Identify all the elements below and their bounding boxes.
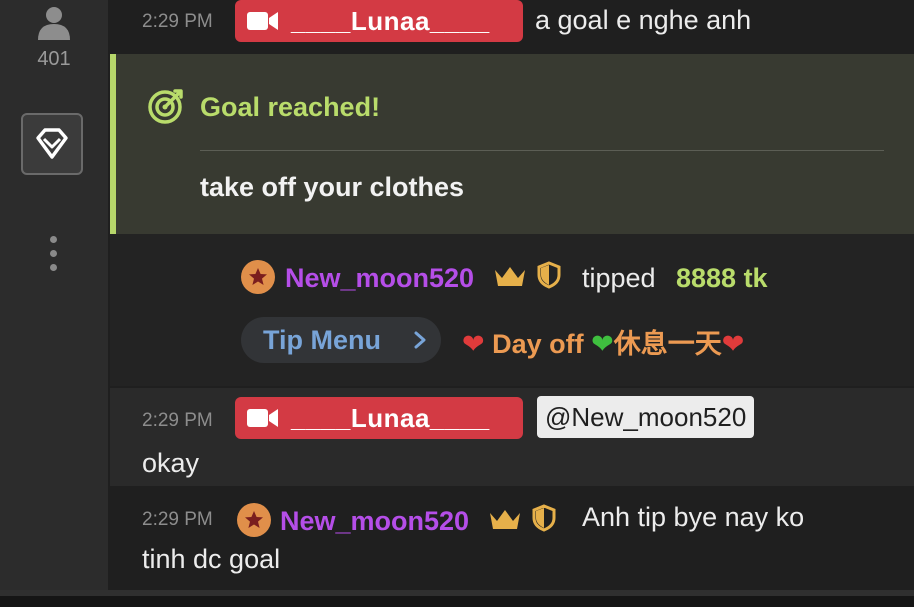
more-options-button[interactable] [44, 236, 64, 274]
tip-menu-button[interactable]: Tip Menu [241, 317, 441, 363]
token-button[interactable] [21, 113, 83, 175]
message-timestamp: 2:29 PM [142, 410, 213, 431]
vertical-dots-icon [50, 236, 57, 243]
shield-icon [537, 261, 561, 289]
model-username-badge[interactable]: ____Lunaa____ [235, 0, 523, 42]
username[interactable]: New_moon520 [280, 506, 469, 537]
username: ____Lunaa____ [291, 402, 490, 433]
tip-username[interactable]: New_moon520 [285, 263, 474, 294]
side-rail: 401 [0, 0, 108, 600]
crown-icon [495, 267, 525, 286]
goal-reached-card: Goal reached! take off your clothes [110, 54, 914, 234]
bottom-edge [0, 596, 914, 607]
goal-description: take off your clothes [200, 172, 465, 202]
model-username-badge[interactable]: ____Lunaa____ [235, 397, 523, 439]
divider [200, 150, 884, 151]
user-icon [38, 7, 70, 40]
video-camera-icon [247, 407, 279, 429]
dot [50, 264, 57, 271]
goal-title: Goal reached! [200, 92, 381, 122]
username: ____Lunaa____ [291, 5, 490, 36]
chat-message: 2:29 PM ____Lunaa____ @New_moon520 okay [110, 388, 914, 486]
red-heart-icon: ❤ [721, 329, 745, 359]
chevron-right-icon [414, 331, 426, 349]
rank-star-icon [241, 260, 275, 294]
chat-panel: 2:29 PM ____Lunaa____ a goal e nghe anh … [110, 0, 914, 600]
message-text-continued: tinh dc goal [142, 544, 281, 574]
video-camera-icon [247, 10, 279, 32]
chat-message: 2:29 PM New_moon520 Anh tip bye nay ko t… [110, 487, 914, 587]
tip-menu-label: Tip Menu [263, 324, 381, 355]
red-heart-icon: ❤ [462, 329, 485, 359]
message-text: okay [142, 448, 200, 478]
tip-item-label-cn: 休息一天 [613, 329, 722, 359]
tip-menu-item: ❤ Day off ❤休息一天❤ [462, 322, 744, 361]
message-text: a goal e nghe anh [535, 5, 752, 35]
chat-message: 2:29 PM ____Lunaa____ a goal e nghe anh [110, 0, 914, 52]
message-timestamp: 2:29 PM [142, 11, 213, 32]
viewer-count: 401 [37, 48, 71, 70]
tip-item-label: Day off [492, 329, 584, 359]
tip-verb: tipped [582, 263, 656, 293]
green-heart-icon: ❤ [591, 329, 614, 359]
dot [50, 250, 57, 257]
tip-notification: New_moon520 tipped 8888 tk Tip Menu ❤ Da… [110, 234, 914, 386]
target-icon [148, 89, 183, 124]
crown-icon [490, 510, 520, 529]
message-timestamp: 2:29 PM [142, 509, 213, 530]
mention-tag[interactable]: @New_moon520 [537, 396, 755, 438]
diamond-icon [36, 128, 68, 159]
shield-icon [532, 504, 556, 532]
tip-amount: 8888 tk [676, 263, 768, 293]
message-text: Anh tip bye nay ko [582, 502, 805, 532]
rank-star-icon [237, 503, 271, 537]
